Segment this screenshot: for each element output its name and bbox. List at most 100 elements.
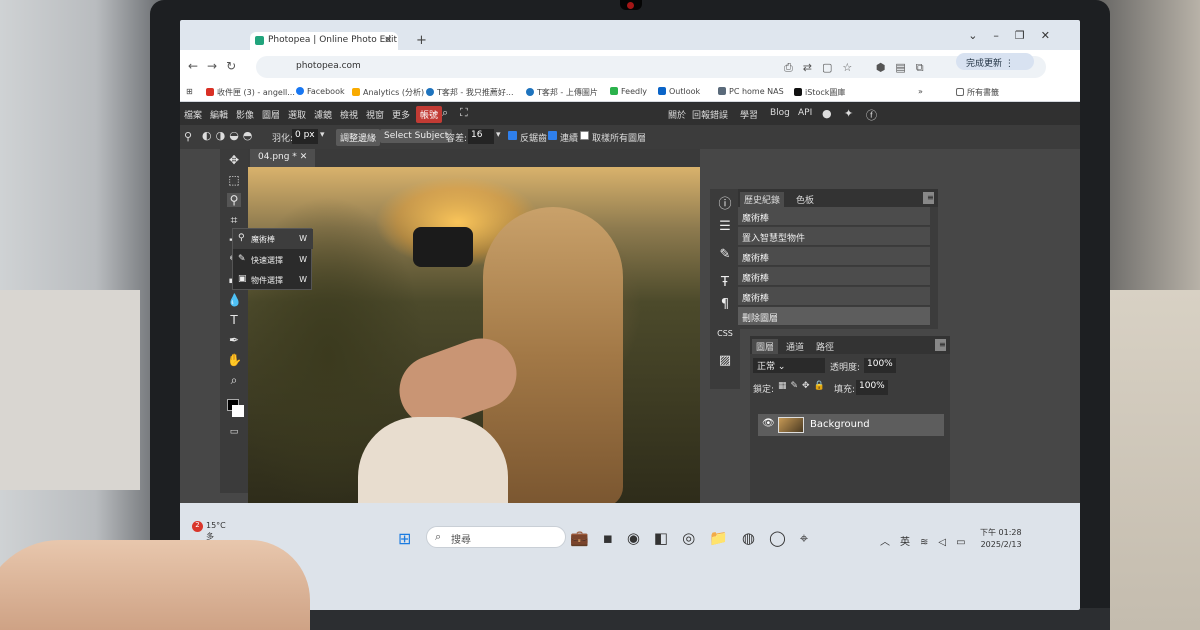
history-item[interactable]: 魔術棒 xyxy=(738,267,930,286)
link-blog[interactable]: Blog xyxy=(770,108,790,118)
magic-wand-icon[interactable]: ⚲ xyxy=(184,130,192,143)
fullscreen-icon[interactable]: ⛶ xyxy=(460,106,468,120)
bookmark-nas[interactable]: PC home NAS xyxy=(718,87,784,96)
lock-icons[interactable]: ▦✎✥🔒 xyxy=(778,381,829,391)
bookmark-gmail[interactable]: 收件匣 (3) - angell... xyxy=(206,87,295,98)
zoom-tool-icon[interactable]: ⌕ xyxy=(227,373,241,388)
tolerance-input[interactable]: 16 xyxy=(468,129,494,144)
menu-more[interactable]: 更多 xyxy=(392,108,410,121)
link-api[interactable]: API xyxy=(798,108,812,118)
chevron-down-icon[interactable]: ▾ xyxy=(496,130,501,140)
taskbar-clock[interactable]: 下午 01:28 2025/2/13 xyxy=(980,527,1022,551)
paragraph-icon[interactable]: ¶ xyxy=(715,297,735,312)
image-canvas[interactable] xyxy=(248,167,700,505)
history-item[interactable]: 魔術棒 xyxy=(738,207,930,226)
search-icon[interactable]: ⌕ xyxy=(442,106,448,120)
tab-swatches[interactable]: 色板 xyxy=(792,192,818,207)
close-icon[interactable]: ✕ xyxy=(300,152,308,162)
tab-channels[interactable]: 通道 xyxy=(782,339,808,354)
menu-filter[interactable]: 濾鏡 xyxy=(314,108,332,121)
address-bar[interactable]: photopea.com ⎙⇄▢☆ ⬢▤⧉ xyxy=(256,56,1046,78)
css-icon[interactable]: CSS xyxy=(715,329,735,338)
link-report-bug[interactable]: 回報錯誤 xyxy=(692,108,728,121)
brush-settings-icon[interactable]: ✎ xyxy=(715,247,735,262)
refine-edge-button[interactable]: 調整邊緣 xyxy=(336,129,381,146)
navigation-icons[interactable]: ←→↻ xyxy=(188,59,245,73)
link-learn[interactable]: 學習 xyxy=(740,108,758,121)
bookmark-analytics[interactable]: Analytics (分析) xyxy=(352,87,424,98)
layer-row-background[interactable]: 👁 Background xyxy=(758,414,944,436)
flyout-item-magic-wand[interactable]: ⚲ 魔術棒 W xyxy=(233,229,313,249)
update-button[interactable]: 完成更新 ⋮ xyxy=(956,53,1034,70)
type-tool-icon[interactable]: T xyxy=(227,313,241,327)
flyout-item-quick-selection[interactable]: ✎ 快速選擇 W xyxy=(233,250,313,270)
tab-layers[interactable]: 圖層 xyxy=(752,339,779,354)
contiguous-checkbox[interactable] xyxy=(548,131,557,140)
window-controls[interactable]: ⌄–❐✕ xyxy=(968,29,1066,42)
crop-tool-icon[interactable]: ⌗ xyxy=(227,213,241,228)
feather-input[interactable]: 0 px xyxy=(292,129,318,144)
move-tool-icon[interactable]: ✥ xyxy=(227,153,241,167)
bookmarks-overflow-icon[interactable]: » xyxy=(918,87,923,96)
apps-icon[interactable]: ⊞ xyxy=(186,87,193,96)
eye-icon[interactable]: 👁 xyxy=(762,418,775,429)
select-subject-button[interactable]: Select Subject xyxy=(380,129,453,143)
hand-tool-icon[interactable]: ✋ xyxy=(227,353,242,367)
panel-menu-icon[interactable]: ≡ xyxy=(923,192,934,204)
image-icon[interactable]: ▨ xyxy=(715,353,735,368)
character-icon[interactable]: Ŧ xyxy=(715,275,735,290)
panel-menu-icon[interactable]: ≡ xyxy=(935,339,946,351)
opacity-label: 透明度: xyxy=(830,363,861,373)
bookmark-istock[interactable]: iStock圖庫 xyxy=(794,87,845,98)
menu-file[interactable]: 檔案 xyxy=(184,108,202,121)
adjustments-icon[interactable]: ☰ xyxy=(715,219,735,234)
browser-tab-photopea[interactable]: Photopea | Online Photo Edit xyxy=(250,32,398,50)
history-item[interactable]: 刪除圖層 xyxy=(738,307,930,326)
chevron-down-icon[interactable]: ▾ xyxy=(320,130,325,140)
all-bookmarks[interactable]: 所有書籤 xyxy=(956,87,999,98)
sample-all-checkbox[interactable] xyxy=(580,131,589,140)
fill-input[interactable]: 100% xyxy=(856,380,888,395)
menu-edit[interactable]: 編輯 xyxy=(210,108,228,121)
tab-close-icon[interactable]: ✕ xyxy=(384,35,392,46)
info-icon[interactable]: ⓘ xyxy=(715,193,735,212)
menu-window[interactable]: 視窗 xyxy=(366,108,384,121)
bookmark-tkb-1[interactable]: T客邦 - 我只推薦好... xyxy=(426,87,514,98)
marquee-tool-icon[interactable]: ⬚ xyxy=(227,173,241,187)
pen-tool-icon[interactable]: ✒ xyxy=(227,333,241,347)
tab-history[interactable]: 歷史紀錄 xyxy=(740,192,785,207)
account-button[interactable]: 帳號 xyxy=(416,106,443,123)
blur-tool-icon[interactable]: 💧 xyxy=(227,293,242,307)
history-item[interactable]: 魔術棒 xyxy=(738,287,930,306)
menu-layer[interactable]: 圖層 xyxy=(262,108,280,121)
windows-start-icon[interactable]: ⊞ xyxy=(398,529,411,548)
twitter-icon[interactable]: ✦ xyxy=(844,107,853,120)
menu-select[interactable]: 選取 xyxy=(288,108,306,121)
bookmark-outlook[interactable]: Outlook xyxy=(658,87,700,96)
menu-image[interactable]: 影像 xyxy=(236,108,254,121)
facebook-icon[interactable]: ⓕ xyxy=(866,107,877,123)
bookmark-feedly[interactable]: Feedly xyxy=(610,87,647,96)
extension-icons[interactable]: ⎙⇄▢☆ ⬢▤⧉ xyxy=(784,61,934,75)
background-color-swatch[interactable] xyxy=(232,405,244,417)
taskbar-search[interactable]: ⌕ 搜尋 xyxy=(426,526,566,548)
taskbar-app-icons[interactable]: 💼▪◉◧◎📁◍◯⌖ xyxy=(570,529,822,547)
opacity-input[interactable]: 100% xyxy=(864,358,896,373)
bookmark-tkb-2[interactable]: T客邦 - 上傳圖片 xyxy=(526,87,598,98)
menu-view[interactable]: 檢視 xyxy=(340,108,358,121)
magic-wand-tool-icon[interactable]: ⚲ xyxy=(227,193,241,207)
flyout-item-object-selection[interactable]: ▣ 物件選擇 W xyxy=(233,270,313,290)
blend-mode-select[interactable]: 正常 ⌄ xyxy=(753,358,825,373)
link-about[interactable]: 關於 xyxy=(668,108,686,121)
reddit-icon[interactable]: ● xyxy=(822,107,832,120)
bookmark-facebook[interactable]: Facebook xyxy=(296,87,345,96)
antialias-checkbox[interactable] xyxy=(508,131,517,140)
tab-paths[interactable]: 路徑 xyxy=(812,339,838,354)
history-item[interactable]: 置入智慧型物件 xyxy=(738,227,930,246)
history-item[interactable]: 魔術棒 xyxy=(738,247,930,266)
document-tab[interactable]: 04.png * ✕ xyxy=(250,149,316,167)
system-tray[interactable]: ︿英≋◁▭ xyxy=(880,533,976,548)
new-tab-icon[interactable]: + xyxy=(416,33,427,48)
selection-mode-icons[interactable]: ◐◑◒◓ xyxy=(202,129,256,142)
quick-mask-icon[interactable]: ▭ xyxy=(227,427,241,437)
